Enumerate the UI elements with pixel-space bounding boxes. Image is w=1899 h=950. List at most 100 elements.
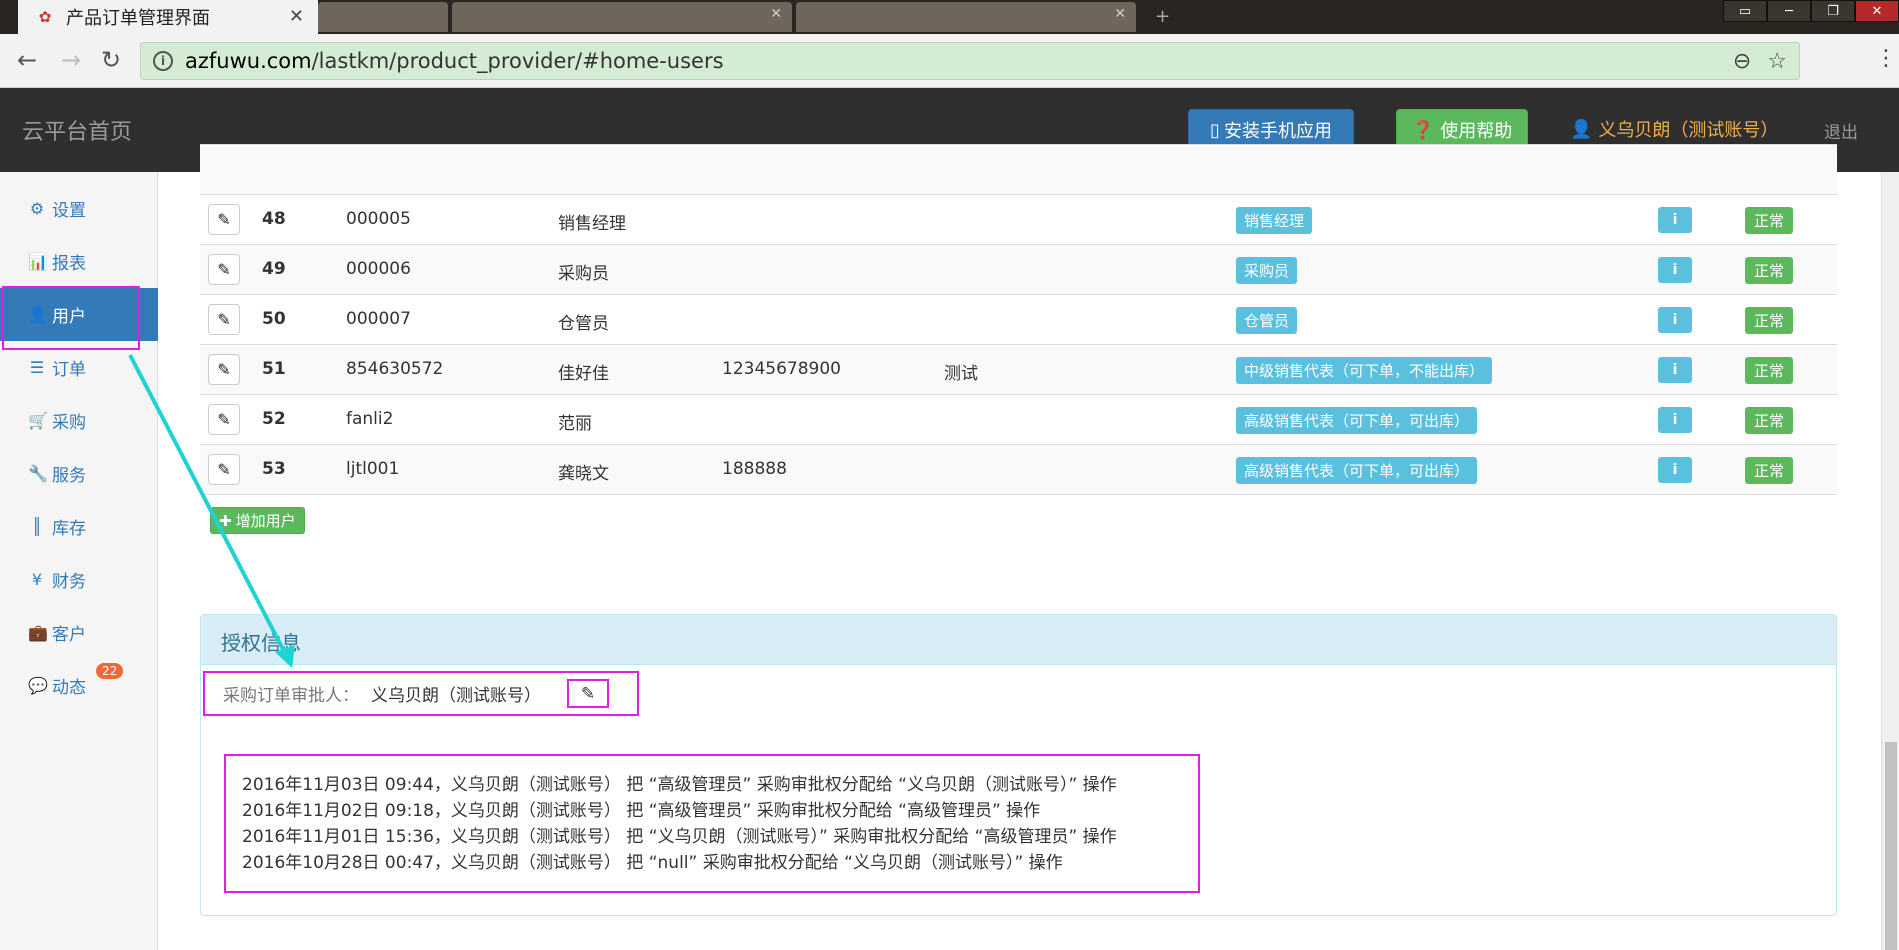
- pencil-icon: ✎: [217, 210, 231, 229]
- table-divider: [200, 494, 1837, 495]
- table-row: ✎ 50 000007 仓管员 仓管员 i 正常: [200, 294, 1837, 344]
- sidebar-item-activity[interactable]: 💬 动态 22: [0, 659, 158, 712]
- window-close-icon[interactable]: ✕: [1855, 0, 1899, 22]
- annotation-highlight-box: [2, 286, 140, 350]
- user-name: 销售经理: [558, 214, 626, 234]
- browser-tab[interactable]: [318, 2, 448, 32]
- table-row: ✎ 52 fanli2 范丽 高级销售代表（可下单，可出库） i 正常: [200, 394, 1837, 444]
- status-badge: 正常: [1745, 307, 1794, 334]
- role-label: 高级销售代表（可下单，可出库）: [1236, 457, 1478, 484]
- edit-user-button[interactable]: ✎: [208, 354, 240, 385]
- gear-icon: ⚙: [29, 199, 45, 218]
- sidebar-item-service[interactable]: 🔧 服务: [0, 447, 158, 500]
- info-circle-icon[interactable]: i: [1658, 357, 1692, 383]
- role-label: 采购员: [1236, 257, 1298, 284]
- status-badge: 正常: [1745, 257, 1794, 284]
- user-phone: 188888: [722, 459, 787, 479]
- user-note: 测试: [944, 364, 978, 384]
- minimize-icon[interactable]: ─: [1767, 0, 1811, 22]
- browser-menu-icon[interactable]: ⋮: [1875, 46, 1897, 71]
- tab-close-icon[interactable]: ✕: [289, 6, 304, 27]
- panel-title: 授权信息: [201, 615, 1836, 665]
- pencil-icon: ✎: [217, 410, 231, 429]
- logout-link[interactable]: 退出: [1824, 118, 1858, 143]
- user-id: 53: [262, 459, 286, 479]
- edit-user-button[interactable]: ✎: [208, 254, 240, 285]
- site-info-icon[interactable]: i: [153, 51, 173, 71]
- user-account: 000007: [346, 309, 411, 329]
- current-user-link[interactable]: 👤 义乌贝朗（测试账号）: [1570, 116, 1778, 142]
- cart-icon: 🛒: [28, 411, 48, 430]
- browser-tab-active[interactable]: ✿ 产品订单管理界面 ✕: [18, 0, 318, 34]
- bookmark-star-icon[interactable]: ☆: [1767, 49, 1787, 74]
- browser-toolbar: ← → ↻ i azfuwu.com/lastkm/product_provid…: [0, 34, 1899, 88]
- authorization-panel: 授权信息 采购订单审批人： 义乌贝朗（测试账号） ✎ 2016年11月03日 0…: [200, 614, 1837, 916]
- user-account: ljtl001: [346, 459, 400, 479]
- pencil-icon: ✎: [217, 310, 231, 329]
- info-circle-icon[interactable]: i: [1658, 207, 1692, 233]
- activity-count-badge: 22: [96, 663, 124, 679]
- new-tab-icon[interactable]: +: [1155, 6, 1170, 27]
- edit-approver-button[interactable]: ✎: [567, 679, 609, 708]
- user-name: 佳好佳: [558, 364, 609, 384]
- forward-arrow-icon[interactable]: →: [56, 46, 86, 74]
- back-arrow-icon[interactable]: ←: [12, 46, 42, 74]
- comment-icon: 💬: [28, 676, 48, 695]
- user-account: 000006: [346, 259, 411, 279]
- info-circle-icon[interactable]: i: [1658, 457, 1692, 483]
- pencil-icon: ✎: [217, 460, 231, 479]
- tab-close-icon[interactable]: ✕: [770, 6, 782, 22]
- browser-tab[interactable]: ✕: [796, 2, 1136, 32]
- log-entry: 2016年11月02日 09:18，义乌贝朗（测试账号） 把 “高级管理员” 采…: [242, 801, 1041, 821]
- user-name: 采购员: [558, 264, 609, 284]
- info-circle-icon[interactable]: i: [1658, 257, 1692, 283]
- reload-icon[interactable]: ↻: [96, 46, 126, 74]
- bar-chart-icon: 📊: [28, 252, 48, 271]
- sidebar-item-reports[interactable]: 📊 报表: [0, 235, 158, 288]
- restore-icon[interactable]: ❐: [1811, 0, 1855, 22]
- edit-user-button[interactable]: ✎: [208, 404, 240, 435]
- user-id: 50: [262, 309, 286, 329]
- briefcase-icon: 💼: [28, 623, 48, 642]
- page-scrollbar[interactable]: [1881, 172, 1899, 950]
- browser-tab-bar: ✿ 产品订单管理界面 ✕ ✕ ✕ + ▭ ─ ❐ ✕: [0, 0, 1899, 34]
- info-circle-icon[interactable]: i: [1658, 407, 1692, 433]
- info-circle-icon[interactable]: i: [1658, 307, 1692, 333]
- log-entry: 2016年11月01日 15:36，义乌贝朗（测试账号） 把 “义乌贝朗（测试账…: [242, 827, 1117, 847]
- address-bar[interactable]: i azfuwu.com/lastkm/product_provider/#ho…: [140, 42, 1800, 80]
- zoom-icon[interactable]: ⊖: [1733, 49, 1751, 74]
- status-badge: 正常: [1745, 357, 1794, 384]
- user-profile-icon[interactable]: ▭: [1723, 0, 1767, 22]
- browser-tab[interactable]: ✕: [452, 2, 792, 32]
- site-favicon-icon: ✿: [38, 8, 52, 26]
- log-entry: 2016年10月28日 00:47，义乌贝朗（测试账号） 把 “null” 采购…: [242, 853, 1063, 873]
- yen-icon: ¥: [31, 570, 43, 589]
- scrollbar-thumb[interactable]: [1885, 742, 1897, 950]
- wrench-icon: 🔧: [28, 464, 48, 483]
- user-name: 龚晓文: [558, 464, 609, 484]
- sidebar-item-settings[interactable]: ⚙ 设置: [0, 182, 158, 235]
- user-id: 52: [262, 409, 286, 429]
- role-label: 仓管员: [1236, 307, 1298, 334]
- user-name: 仓管员: [558, 314, 609, 334]
- authorization-log: 2016年11月03日 09:44，义乌贝朗（测试账号） 把 “高级管理员” 采…: [224, 754, 1200, 893]
- table-row: ✎ 53 ljtl001 龚晓文 188888 高级销售代表（可下单，可出库） i 正常: [200, 444, 1837, 494]
- tab-close-icon[interactable]: ✕: [1114, 6, 1126, 22]
- sidebar-item-customers[interactable]: 💼 客户: [0, 606, 158, 659]
- table-row: ✎ 49 000006 采购员 采购员 i 正常: [200, 244, 1837, 294]
- table-row: ✎ 51 854630572 佳好佳 12345678900 测试 中级销售代表（可下单，不…: [200, 344, 1837, 394]
- plus-icon: ✚: [219, 511, 232, 530]
- brand-home-link[interactable]: 云平台首页: [22, 114, 132, 146]
- sidebar-item-finance[interactable]: ¥ 财务: [0, 553, 158, 606]
- user-account: fanli2: [346, 409, 394, 429]
- sidebar-item-inventory[interactable]: ║ 库存: [0, 500, 158, 553]
- edit-user-button[interactable]: ✎: [208, 204, 240, 235]
- table-row: [200, 144, 1837, 194]
- window-controls: ▭ ─ ❐ ✕: [1723, 0, 1899, 22]
- edit-user-button[interactable]: ✎: [208, 304, 240, 335]
- add-user-button[interactable]: ✚ 增加用户: [210, 507, 305, 534]
- sidebar-item-purchase[interactable]: 🛒 采购: [0, 394, 158, 447]
- user-id: 49: [262, 259, 286, 279]
- edit-user-button[interactable]: ✎: [208, 454, 240, 485]
- log-entry: 2016年11月03日 09:44，义乌贝朗（测试账号） 把 “高级管理员” 采…: [242, 775, 1117, 795]
